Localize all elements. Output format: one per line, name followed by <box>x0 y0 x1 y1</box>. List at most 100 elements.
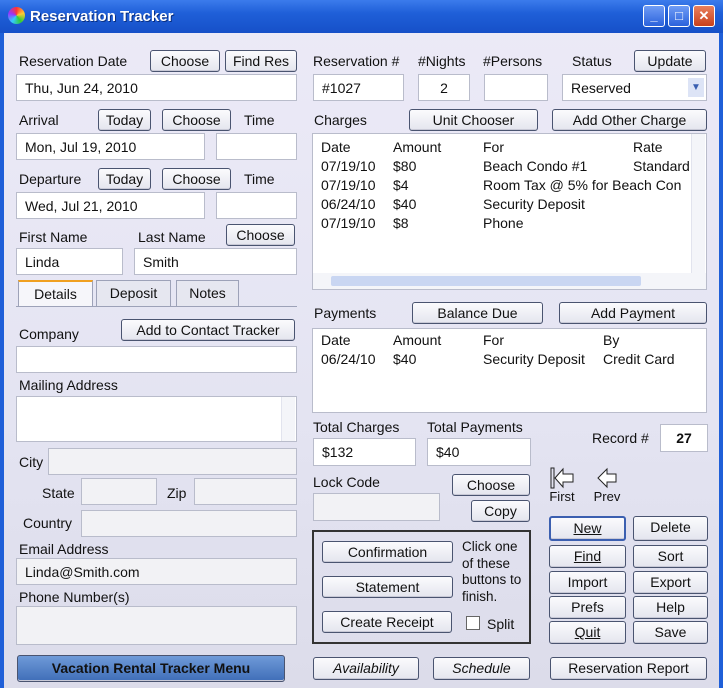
list-row[interactable]: 07/19/10 $4 Room Tax @ 5% for Beach Con <box>321 177 706 196</box>
state-label: State <box>42 485 75 501</box>
prev-record-button[interactable]: Prev <box>590 466 624 506</box>
import-button[interactable]: Import <box>549 571 626 594</box>
last-name-field[interactable]: Smith <box>134 248 297 275</box>
city-field[interactable] <box>48 448 297 475</box>
country-label: Country <box>23 515 73 531</box>
arrival-field[interactable]: Mon, Jul 19, 2010 <box>16 133 205 160</box>
lock-code-field[interactable] <box>313 493 440 521</box>
arrival-choose-button[interactable]: Choose <box>162 109 231 131</box>
arrival-today-button[interactable]: Today <box>98 109 151 131</box>
departure-time-label: Time <box>244 171 275 187</box>
zip-field[interactable] <box>194 478 297 505</box>
new-button[interactable]: New <box>549 516 626 541</box>
tab-deposit[interactable]: Deposit <box>96 280 171 306</box>
state-field[interactable] <box>81 478 157 505</box>
add-to-contact-tracker-button[interactable]: Add to Contact Tracker <box>121 319 295 341</box>
list-row[interactable]: 07/19/10 $80 Beach Condo #1 Standard <box>321 158 706 177</box>
charges-header: Date Amount For Rate <box>321 139 663 155</box>
total-payments-label: Total Payments <box>427 419 523 435</box>
first-name-field[interactable]: Linda <box>16 248 123 275</box>
persons-label: #Persons <box>483 53 543 69</box>
nights-field[interactable]: 2 <box>418 74 470 101</box>
company-field[interactable] <box>16 346 297 373</box>
cell: Standard <box>633 158 690 174</box>
prev-arrow-icon <box>597 467 617 489</box>
cell: $8 <box>393 215 409 231</box>
list-row[interactable]: 06/24/10 $40 Security Deposit <box>321 196 706 215</box>
delete-button[interactable]: Delete <box>633 516 708 541</box>
reservation-report-button[interactable]: Reservation Report <box>550 657 707 680</box>
choose-lock-code-button[interactable]: Choose <box>452 474 530 496</box>
unit-chooser-button[interactable]: Unit Chooser <box>409 109 538 131</box>
list-row[interactable]: 07/19/10 $8 Phone <box>321 215 706 234</box>
export-button[interactable]: Export <box>633 571 708 594</box>
cell: $40 <box>393 351 417 367</box>
close-button[interactable]: ✕ <box>693 5 715 27</box>
first-name-label: First Name <box>19 229 88 245</box>
first-record-button[interactable]: First <box>545 466 579 506</box>
balance-due-button[interactable]: Balance Due <box>412 302 543 324</box>
maximize-button[interactable]: □ <box>668 5 690 27</box>
cell: 06/24/10 <box>321 351 376 367</box>
reservation-number-label: Reservation # <box>313 53 400 69</box>
charges-list[interactable]: Date Amount For Rate 07/19/10 $80 Beach Condo… <box>312 133 707 290</box>
tab-notes[interactable]: Notes <box>176 280 239 306</box>
reservation-number-field[interactable]: #1027 <box>313 74 404 101</box>
add-other-charge-button[interactable]: Add Other Charge <box>552 109 707 131</box>
zip-label: Zip <box>167 485 187 501</box>
country-field[interactable] <box>81 510 297 537</box>
cell: 07/19/10 <box>321 215 376 231</box>
reservation-date-field[interactable]: Thu, Jun 24, 2010 <box>16 74 297 101</box>
find-res-button[interactable]: Find Res <box>225 50 297 72</box>
create-receipt-button[interactable]: Create Receipt <box>322 611 452 633</box>
availability-button[interactable]: Availability <box>313 657 419 680</box>
prefs-button[interactable]: Prefs <box>549 596 626 619</box>
cell: 06/24/10 <box>321 196 376 212</box>
chevron-down-icon[interactable]: ▼ <box>688 78 704 97</box>
vertical-scrollbar[interactable] <box>691 134 705 273</box>
vacation-rental-tracker-menu-button[interactable]: Vacation Rental Tracker Menu <box>17 655 285 682</box>
choose-contact-button[interactable]: Choose <box>226 224 295 246</box>
list-row[interactable]: 06/24/10 $40 Security Deposit Credit Card <box>321 351 706 370</box>
finish-hint: Click one of these buttons to finish. <box>462 539 522 604</box>
find-button[interactable]: Find <box>549 545 626 568</box>
scrollbar-thumb[interactable] <box>331 276 641 286</box>
charges-label: Charges <box>314 112 367 128</box>
tab-details[interactable]: Details <box>18 280 93 306</box>
departure-time-field[interactable] <box>216 192 297 219</box>
total-charges-field: $132 <box>313 438 416 466</box>
total-payments-field: $40 <box>427 438 531 466</box>
phone-field[interactable] <box>16 606 297 645</box>
update-button[interactable]: Update <box>634 50 706 72</box>
choose-reservation-date-button[interactable]: Choose <box>150 50 220 72</box>
quit-button[interactable]: Quit <box>549 621 626 644</box>
confirmation-button[interactable]: Confirmation <box>322 541 453 563</box>
email-field[interactable]: Linda@Smith.com <box>16 558 297 585</box>
cell: Room Tax @ 5% for Beach Con <box>483 177 682 193</box>
persons-field[interactable] <box>484 74 548 101</box>
arrival-time-field[interactable] <box>216 133 297 160</box>
phone-label: Phone Number(s) <box>19 589 130 605</box>
departure-today-button[interactable]: Today <box>98 168 151 190</box>
departure-field[interactable]: Wed, Jul 21, 2010 <box>16 192 205 219</box>
sort-button[interactable]: Sort <box>633 545 708 568</box>
minimize-button[interactable]: _ <box>643 5 665 27</box>
mailing-address-field[interactable] <box>16 396 297 442</box>
horizontal-scrollbar[interactable] <box>313 273 706 289</box>
help-button[interactable]: Help <box>633 596 708 619</box>
cell: Credit Card <box>603 351 675 367</box>
reservation-date-label: Reservation Date <box>19 53 128 69</box>
departure-choose-button[interactable]: Choose <box>162 168 231 190</box>
split-checkbox[interactable] <box>466 616 480 630</box>
copy-button[interactable]: Copy <box>471 500 530 522</box>
scrollbar[interactable] <box>281 397 295 441</box>
payments-list[interactable]: Date Amount For By 06/24/10 $40 Security Depo… <box>312 328 707 413</box>
status-select[interactable]: Reserved ▼ <box>562 74 707 101</box>
schedule-button[interactable]: Schedule <box>433 657 530 680</box>
payments-header: Date Amount For By <box>321 332 620 348</box>
save-button[interactable]: Save <box>633 621 708 644</box>
statement-button[interactable]: Statement <box>322 576 453 598</box>
add-payment-button[interactable]: Add Payment <box>559 302 707 324</box>
total-charges-label: Total Charges <box>313 419 400 435</box>
record-number-field[interactable]: 27 <box>660 424 708 452</box>
